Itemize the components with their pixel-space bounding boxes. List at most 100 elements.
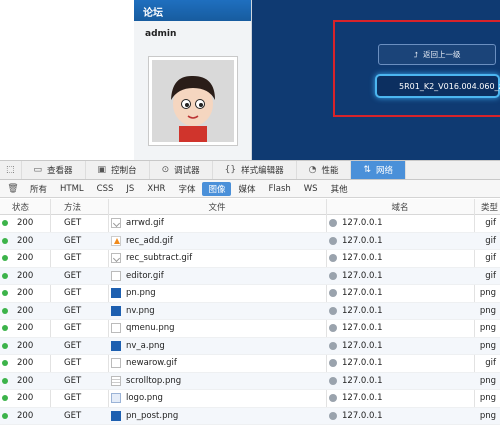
status-code: 200 xyxy=(17,253,34,264)
request-list: 200 GET arrwd.gif 127.0.0.1 gif 200 GET rec_add… xyxy=(0,215,500,425)
globe-icon xyxy=(329,289,337,298)
pick-element-button[interactable]: ⬚ xyxy=(0,161,22,179)
type-cell: png xyxy=(479,305,496,316)
file-name: newarow.gif xyxy=(126,358,177,369)
inspector-icon: ▭ xyxy=(33,165,43,175)
globe-icon xyxy=(329,411,337,420)
method-cell: GET xyxy=(64,218,82,229)
method-cell: GET xyxy=(64,375,82,386)
status-code: 200 xyxy=(17,375,34,386)
trash-icon[interactable]: 🗑 xyxy=(2,184,24,194)
domain-name: 127.0.0.1 xyxy=(342,410,383,421)
file-name: qmenu.png xyxy=(126,323,175,334)
avatar[interactable] xyxy=(148,56,238,146)
domain-name: 127.0.0.1 xyxy=(342,358,383,369)
tab-console[interactable]: ▣ 控制台 xyxy=(86,161,150,179)
type-cell: png xyxy=(479,410,496,421)
tab-performance[interactable]: ◔ 性能 xyxy=(297,161,352,179)
file-cell: nv.png xyxy=(108,305,326,316)
file-cell: pn_post.png xyxy=(108,410,326,421)
header-status[interactable]: 状态 xyxy=(0,201,50,213)
globe-icon xyxy=(329,341,337,350)
blue-image-icon xyxy=(111,305,121,316)
table-row[interactable]: 200 GET rec_add.gif 127.0.0.1 gif xyxy=(0,232,500,250)
back-button-label: 返回上一级 xyxy=(422,50,461,59)
method-cell: GET xyxy=(64,393,82,404)
filter-flash[interactable]: Flash xyxy=(262,183,296,195)
table-row[interactable]: 200 GET qmenu.png 127.0.0.1 png xyxy=(0,320,500,338)
type-cell: png xyxy=(479,393,496,404)
table-row[interactable]: 200 GET newarow.gif 127.0.0.1 gif xyxy=(0,355,500,373)
back-arrow-icon: ⮥ xyxy=(413,49,418,59)
header-domain[interactable]: 域名 xyxy=(326,201,474,213)
filter-xhr[interactable]: XHR xyxy=(141,183,171,195)
header-method[interactable]: 方法 xyxy=(50,201,108,213)
status-code: 200 xyxy=(17,288,34,299)
pick-element-icon: ⬚ xyxy=(6,165,15,175)
status-ok-icon xyxy=(2,395,8,402)
status-code: 200 xyxy=(17,340,34,351)
filter-html[interactable]: HTML xyxy=(54,183,90,195)
filter-fonts[interactable]: 字体 xyxy=(172,182,201,196)
filter-media[interactable]: 媒体 xyxy=(232,182,261,196)
domain-cell: 127.0.0.1 xyxy=(326,376,474,386)
status-cell: 200 xyxy=(0,376,50,386)
file-cell: nv_a.png xyxy=(108,340,326,351)
domain-cell: 127.0.0.1 xyxy=(326,306,474,316)
tab-label: 样式编辑器 xyxy=(241,166,284,176)
filter-bar: 🗑 所有 HTML CSS JS XHR 字体 图像 媒体 Flash WS 其… xyxy=(0,180,500,198)
tab-label: 网络 xyxy=(376,166,394,176)
network-icon: ⇅ xyxy=(363,165,372,175)
status-code: 200 xyxy=(17,305,34,316)
filter-ws[interactable]: WS xyxy=(298,183,324,195)
blue-image-icon xyxy=(111,410,121,421)
type-cell: gif xyxy=(485,270,496,281)
table-row[interactable]: 200 GET editor.gif 127.0.0.1 gif xyxy=(0,267,500,285)
status-cell: 200 xyxy=(0,253,50,263)
file-cell: qmenu.png xyxy=(108,323,326,334)
domain-cell: 127.0.0.1 xyxy=(326,358,474,368)
tab-network[interactable]: ⇅ 网络 xyxy=(351,161,407,179)
tab-debugger[interactable]: ⊙ 调试器 xyxy=(150,161,213,179)
filter-css[interactable]: CSS xyxy=(91,183,120,195)
type-cell: gif xyxy=(485,253,496,264)
method-cell: GET xyxy=(64,358,82,369)
table-row[interactable]: 200 GET nv.png 127.0.0.1 png xyxy=(0,302,500,320)
domain-cell: 127.0.0.1 xyxy=(326,393,474,403)
domain-name: 127.0.0.1 xyxy=(342,288,383,299)
domain-name: 127.0.0.1 xyxy=(342,253,383,264)
zip-download-button[interactable]: 5R01_K2_V016.004.060_zip xyxy=(375,74,500,98)
header-type[interactable]: 类型 xyxy=(474,201,500,213)
status-ok-icon xyxy=(2,307,8,314)
username[interactable]: admin xyxy=(134,21,251,47)
table-row[interactable]: 200 GET nv_a.png 127.0.0.1 png xyxy=(0,337,500,355)
domain-name: 127.0.0.1 xyxy=(342,270,383,281)
image-file-icon xyxy=(111,323,121,334)
filter-js[interactable]: JS xyxy=(120,183,140,195)
header-file[interactable]: 文件 xyxy=(108,201,326,213)
status-ok-icon xyxy=(2,325,8,332)
table-row[interactable]: 200 GET logo.png 127.0.0.1 png xyxy=(0,390,500,408)
status-ok-icon xyxy=(2,360,8,367)
table-row[interactable]: 200 GET rec_subtract.gif 127.0.0.1 gif xyxy=(0,250,500,268)
table-row[interactable]: 200 GET arrwd.gif 127.0.0.1 gif xyxy=(0,215,500,233)
file-cell: pn.png xyxy=(108,288,326,299)
table-row[interactable]: 200 GET pn.png 127.0.0.1 png xyxy=(0,285,500,303)
filter-all[interactable]: 所有 xyxy=(24,182,53,196)
table-row[interactable]: 200 GET pn_post.png 127.0.0.1 png xyxy=(0,407,500,425)
filter-images[interactable]: 图像 xyxy=(202,181,232,196)
file-cell: editor.gif xyxy=(108,270,326,281)
back-button[interactable]: ⮥ 返回上一级 xyxy=(378,44,496,65)
status-code: 200 xyxy=(17,358,34,369)
file-cell: newarow.gif xyxy=(108,358,326,369)
file-name: arrwd.gif xyxy=(126,218,164,229)
status-ok-icon xyxy=(2,220,8,227)
file-name: nv_a.png xyxy=(126,340,165,351)
filter-other[interactable]: 其他 xyxy=(325,182,354,196)
tab-inspector[interactable]: ▭ 查看器 xyxy=(22,161,86,179)
tab-style-editor[interactable]: {} 样式编辑器 xyxy=(213,161,297,179)
method-cell: GET xyxy=(64,340,82,351)
table-row[interactable]: 200 GET scrolltop.png 127.0.0.1 png xyxy=(0,372,500,390)
forum-title: 论坛 xyxy=(134,0,251,21)
domain-name: 127.0.0.1 xyxy=(342,375,383,386)
